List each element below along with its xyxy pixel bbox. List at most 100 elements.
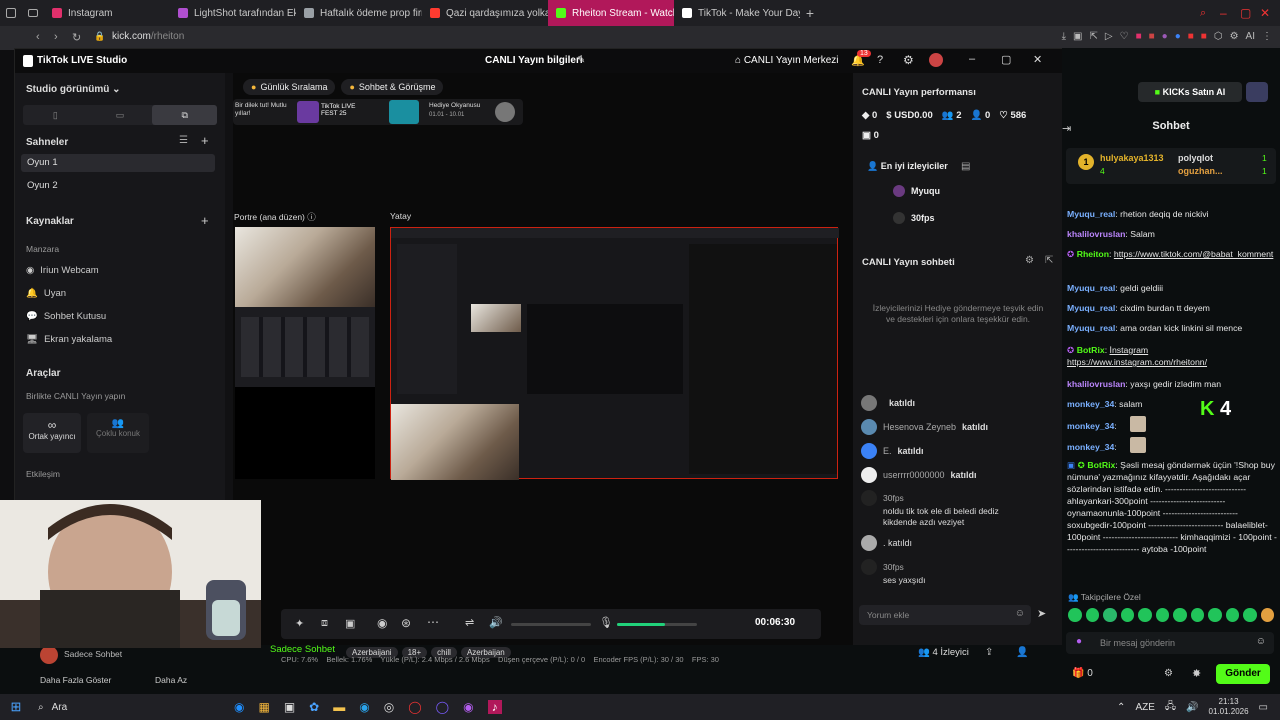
emote-icon[interactable] (1260, 608, 1274, 622)
browser-tab[interactable]: Haftalık ödeme prop firma (296, 0, 422, 26)
ai-icon[interactable]: AI (1246, 31, 1255, 42)
avatar[interactable] (929, 53, 943, 67)
show-more-button[interactable]: Daha Fazla Göster (40, 675, 111, 685)
tiktok-icon[interactable]: ♪ (487, 700, 502, 714)
cohost-button[interactable]: ∞ Ortak yayıncı (23, 413, 81, 453)
chat-username[interactable]: monkey_34 (1067, 442, 1114, 452)
emote-icon[interactable] (1138, 608, 1152, 622)
share-icon[interactable]: ⇱ (1090, 31, 1098, 42)
chat-username[interactable]: Myuqu_real (1067, 209, 1115, 219)
send-button[interactable]: Gönder (1216, 664, 1270, 684)
add-scene-button[interactable]: + (201, 133, 209, 148)
chat-username[interactable]: monkey_34 (1067, 399, 1114, 409)
dual-layout-icon[interactable]: ⧉ (152, 105, 218, 125)
settings-icon[interactable]: ⚙ (1230, 31, 1239, 42)
live-info-title[interactable]: CANLI Yayın bilgileri (485, 55, 583, 66)
emote-icon[interactable] (1155, 608, 1169, 622)
popout-icon[interactable]: ⇱ (1045, 255, 1053, 266)
store-icon[interactable]: ▦ (258, 700, 269, 714)
emote-icon[interactable] (1208, 608, 1222, 622)
browser-tab[interactable]: TikTok - Make Your Day (674, 0, 800, 26)
landscape-preview[interactable] (390, 227, 839, 480)
landscape-layout-icon[interactable]: ▭ (88, 105, 153, 125)
maximize-icon[interactable]: ▢ (1001, 53, 1011, 66)
ext-icon-2[interactable]: ■ (1149, 31, 1155, 42)
emote-icon[interactable] (1190, 608, 1204, 622)
explorer-icon[interactable]: ▬ (333, 700, 345, 714)
chat-username[interactable]: Myuqu_real (1067, 303, 1115, 313)
mic-slider[interactable] (617, 623, 697, 626)
source-chatbox[interactable]: 💬 Sohbet Kutusu (26, 311, 106, 322)
reload-icon[interactable]: ↻ (72, 31, 81, 44)
source-screen-capture[interactable]: 🖥 Ekran yakalama (26, 334, 112, 345)
ext-icon-6[interactable]: ■ (1201, 31, 1207, 42)
minimize-icon[interactable]: – (969, 53, 975, 65)
media-icon[interactable]: ▣ (284, 700, 295, 714)
minimize-icon[interactable]: – (1220, 6, 1240, 20)
taskbar-search[interactable]: ⌕ Ara (32, 696, 222, 718)
send-icon[interactable]: ➤ (1037, 607, 1046, 620)
sparkle-icon[interactable]: ✸ (1192, 667, 1201, 680)
effects-icon[interactable]: ⊛ (401, 616, 411, 630)
top-viewer-2[interactable]: 30fps (893, 212, 935, 224)
magic-icon[interactable]: ✦ (295, 617, 304, 630)
source-webcam[interactable]: ◉ Iriun Webcam (26, 265, 99, 276)
settings-icon[interactable]: ⚙ (1164, 668, 1173, 679)
emote-icon[interactable] (1103, 608, 1117, 622)
network-icon[interactable]: 🖧 (1165, 699, 1176, 716)
add-source-button[interactable]: + (201, 213, 209, 228)
ext-icon-4[interactable]: ● (1175, 31, 1181, 42)
close-icon[interactable]: ✕ (1260, 6, 1280, 20)
app-icon[interactable]: ◯ (436, 700, 449, 714)
close-icon[interactable]: ✕ (1033, 53, 1042, 66)
emote-icon[interactable] (1173, 608, 1187, 622)
top-tab[interactable]: ● Sohbet & Görüşme (341, 79, 444, 95)
emote-icon[interactable] (1085, 608, 1099, 622)
scene-item-2[interactable]: Oyun 2 (21, 177, 215, 195)
browser-menu-icon[interactable] (0, 0, 22, 26)
person-icon[interactable]: 👤 (1016, 647, 1028, 658)
top-viewer-1[interactable]: Myuqu (893, 185, 940, 197)
browser-tab[interactable]: LightShot tarafından Ekran (170, 0, 296, 26)
lang-indicator[interactable]: AZE (1135, 702, 1154, 713)
emote-icon[interactable] (1068, 608, 1082, 622)
emote-icon[interactable] (1225, 608, 1239, 622)
mic-icon[interactable]: 🎙 (599, 616, 613, 629)
play-icon[interactable]: ▷ (1105, 31, 1113, 42)
more-icon[interactable]: ⋮ (1262, 31, 1272, 42)
chat-username[interactable]: Myuqu_real (1067, 283, 1115, 293)
back-icon[interactable]: ‹ (36, 31, 40, 43)
browser-tab[interactable]: Instagram (44, 0, 170, 26)
discord-icon[interactable]: ◉ (463, 700, 473, 714)
edit-icon[interactable]: ✎ (577, 55, 585, 66)
search-tabs-icon[interactable]: ⌕ (1200, 7, 1220, 20)
emote-icon[interactable] (1243, 608, 1257, 622)
chat-username[interactable]: khalilovruslan (1067, 379, 1125, 389)
chat-username[interactable]: khalilovruslan (1067, 229, 1125, 239)
ext-icon-7[interactable]: ⬡ (1214, 31, 1223, 42)
message-input[interactable]: ● Bir mesaj gönderin ☺ (1066, 632, 1274, 654)
show-less-button[interactable]: Daha Az (155, 675, 187, 685)
emoji-icon[interactable]: ☺ (1015, 608, 1025, 619)
top-tab[interactable]: ● Günlük Sıralama (243, 79, 336, 95)
mixer-icon[interactable]: ⇌ (465, 616, 474, 629)
emote-icon[interactable] (1120, 608, 1134, 622)
scene-item-1[interactable]: Oyun 1 (21, 154, 215, 172)
volume-icon[interactable]: 🔊 (1186, 702, 1198, 713)
portrait-layout-icon[interactable]: ▯ (23, 105, 88, 125)
telegram-icon[interactable]: ◉ (359, 700, 369, 714)
opera-icon[interactable]: ◯ (408, 700, 421, 714)
ext-icon-5[interactable]: ■ (1188, 31, 1194, 42)
event-banner[interactable]: Bir dilek tut! Mutlu yıllar! TikTok LIVE… (233, 99, 523, 125)
chat-username[interactable]: monkey_34 (1067, 421, 1114, 431)
more-icon[interactable]: ⋯ (427, 615, 439, 629)
crop-icon[interactable]: ⧈ (321, 617, 328, 630)
obs-icon[interactable]: ◎ (384, 700, 394, 714)
windows-start-icon[interactable]: ⊞ (0, 699, 32, 715)
chat-username[interactable]: Rheiton (1077, 249, 1109, 259)
clock[interactable]: 21:13 01.01.2026 (1209, 697, 1249, 717)
buy-kicks-button[interactable]: ■ KICKs Satın Al (1138, 82, 1242, 102)
chevron-up-icon[interactable]: ⌃ (1117, 702, 1125, 713)
emoji-icon[interactable]: ☺ (1256, 636, 1266, 647)
download-icon[interactable]: ⤓ (1062, 31, 1066, 42)
